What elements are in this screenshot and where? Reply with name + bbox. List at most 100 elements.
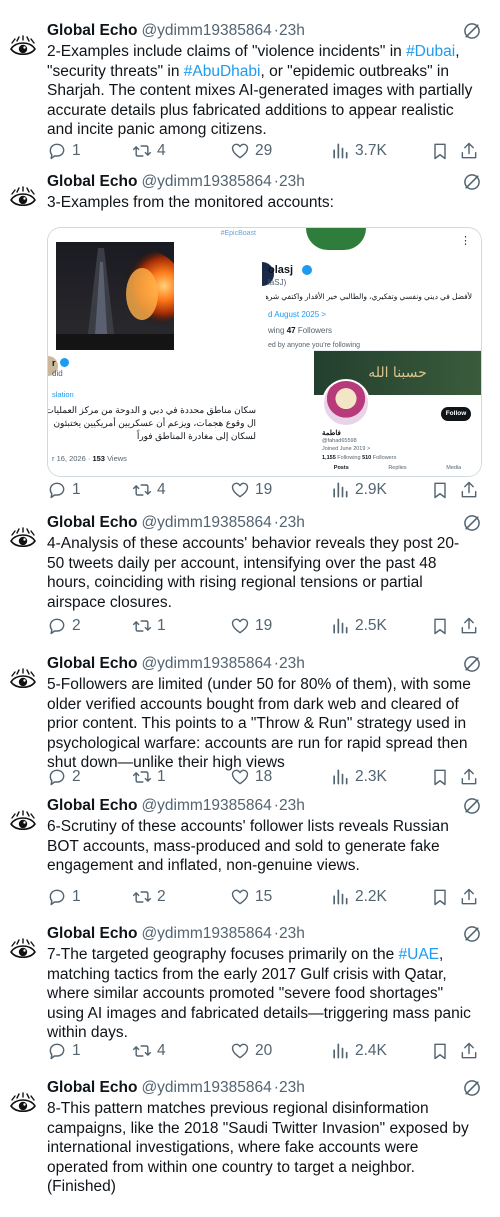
hashtag-link[interactable]: #Dubai <box>406 43 455 60</box>
tweet[interactable]: Global Echo @ydimm19385864·23h 5-Followers… <box>0 653 500 793</box>
tab-replies[interactable]: Replies <box>388 465 406 476</box>
like-button[interactable]: 29 <box>230 140 272 162</box>
share-button[interactable] <box>459 1040 484 1062</box>
eye-avatar-icon[interactable] <box>8 186 38 212</box>
eye-avatar-icon[interactable] <box>8 35 38 61</box>
eye-avatar-icon[interactable] <box>8 938 38 964</box>
views-button[interactable]: 2.3K <box>330 766 387 788</box>
views-button[interactable]: 3.7K <box>330 140 387 162</box>
action-bar: 1 2 15 2.2K <box>47 886 485 908</box>
retweet-button[interactable]: 1 <box>132 766 166 788</box>
author-name[interactable]: Global Echo <box>47 1079 137 1096</box>
not-interested-icon[interactable] <box>462 924 482 944</box>
tweet[interactable]: Global Echo @ydimm19385864·23h 7-The targe… <box>0 923 500 1063</box>
timestamp[interactable]: 23h <box>279 173 305 190</box>
followers-count[interactable]: 47 <box>287 326 298 335</box>
like-button[interactable]: 18 <box>230 766 272 788</box>
not-interested-icon[interactable] <box>462 1078 482 1098</box>
action-count: 2 <box>72 617 81 634</box>
reply-button[interactable]: 2 <box>47 615 81 637</box>
like-button[interactable]: 19 <box>230 615 272 637</box>
tweet[interactable]: Global Echo @ydimm19385864·23h 3-Examples … <box>0 171 500 499</box>
tab-media[interactable]: Media <box>446 465 461 476</box>
tweet-text: 5-Followers are limited (under 50 for 80… <box>47 675 488 773</box>
timestamp[interactable]: 23h <box>279 1079 305 1096</box>
following-label[interactable]: wing <box>268 326 287 335</box>
author-name[interactable]: Global Echo <box>47 22 137 39</box>
nested-profile-card[interactable]: حسبنا الله Follow فاطمة @fahad65598 Joined J… <box>314 350 481 476</box>
followers-label[interactable]: Followers <box>298 326 332 335</box>
not-interested-icon[interactable] <box>462 172 482 192</box>
screenshot-left[interactable]: #EpicBoast r did slation سكان مناطق محددة في… <box>48 228 262 476</box>
bookmark-button[interactable] <box>430 766 455 788</box>
timestamp[interactable]: 23h <box>279 655 305 672</box>
author-name[interactable]: Global Echo <box>47 173 137 190</box>
timestamp[interactable]: 23h <box>279 514 305 531</box>
author-name[interactable]: Global Echo <box>47 655 137 672</box>
views-button[interactable]: 2.2K <box>330 886 387 908</box>
bookmark-button[interactable] <box>430 1040 455 1062</box>
hashtag-link[interactable]: #AbuDhabi <box>184 63 261 80</box>
more-options-icon[interactable]: ⋮ <box>460 234 471 247</box>
tweet[interactable]: Global Echo @ydimm19385864·23h 6-Scrutiny … <box>0 795 500 935</box>
like-button[interactable]: 15 <box>230 886 272 908</box>
retweet-button[interactable]: 4 <box>132 479 166 501</box>
reply-button[interactable]: 1 <box>47 886 81 908</box>
action-bar: 1 4 19 2.9K <box>47 479 485 501</box>
author-name[interactable]: Global Echo <box>47 797 137 814</box>
author-handle[interactable]: @ydimm19385864 <box>141 514 271 531</box>
bookmark-button[interactable] <box>430 140 455 162</box>
retweet-button[interactable]: 4 <box>132 140 166 162</box>
author-handle[interactable]: @ydimm19385864 <box>141 925 271 942</box>
translate-link[interactable]: slation <box>52 390 74 399</box>
screenshot-right[interactable]: ⋮ olasj laSJ) لأفضل في ديني ونفسي وتفكيري، … <box>262 228 481 476</box>
share-button[interactable] <box>459 140 484 162</box>
timestamp[interactable]: 23h <box>279 925 305 942</box>
views-button[interactable]: 2.5K <box>330 615 387 637</box>
author-name[interactable]: Global Echo <box>47 925 137 942</box>
retweet-button[interactable]: 2 <box>132 886 166 908</box>
not-interested-icon[interactable] <box>462 21 482 41</box>
share-button[interactable] <box>459 615 484 637</box>
bookmark-button[interactable] <box>430 479 455 501</box>
tweet[interactable]: Global Echo @ydimm19385864·23h 8-This patt… <box>0 1077 500 1217</box>
like-button[interactable]: 20 <box>230 1040 272 1062</box>
bookmark-icon <box>430 616 455 636</box>
tweet[interactable]: Global Echo @ydimm19385864·23h 2-Examples … <box>0 20 500 160</box>
author-handle[interactable]: @ydimm19385864 <box>141 22 271 39</box>
like-button[interactable]: 19 <box>230 479 272 501</box>
reply-button[interactable]: 1 <box>47 479 81 501</box>
media-attachment[interactable]: #EpicBoast r did slation سكان مناطق محددة في… <box>47 227 482 477</box>
not-interested-icon[interactable] <box>462 796 482 816</box>
bookmark-icon <box>430 141 455 161</box>
eye-avatar-icon[interactable] <box>8 1092 38 1118</box>
author-handle[interactable]: @ydimm19385864 <box>141 797 271 814</box>
reply-button[interactable]: 1 <box>47 1040 81 1062</box>
bookmark-button[interactable] <box>430 886 455 908</box>
reply-button[interactable]: 1 <box>47 140 81 162</box>
share-button[interactable] <box>459 886 484 908</box>
timestamp[interactable]: 23h <box>279 797 305 814</box>
author-handle[interactable]: @ydimm19385864 <box>141 1079 271 1096</box>
author-name[interactable]: Global Echo <box>47 514 137 531</box>
eye-avatar-icon[interactable] <box>8 668 38 694</box>
not-interested-icon[interactable] <box>462 654 482 674</box>
tweet[interactable]: Global Echo @ydimm19385864·23h 4-Analysis … <box>0 512 500 652</box>
eye-avatar-icon[interactable] <box>8 810 38 836</box>
retweet-button[interactable]: 1 <box>132 615 166 637</box>
retweet-button[interactable]: 4 <box>132 1040 166 1062</box>
tab-posts[interactable]: Posts <box>334 465 349 476</box>
timestamp[interactable]: 23h <box>279 22 305 39</box>
share-button[interactable] <box>459 766 484 788</box>
author-handle[interactable]: @ydimm19385864 <box>141 173 271 190</box>
not-interested-icon[interactable] <box>462 513 482 533</box>
reply-button[interactable]: 2 <box>47 766 81 788</box>
bookmark-button[interactable] <box>430 615 455 637</box>
hashtag-link[interactable]: #UAE <box>399 946 440 963</box>
views-button[interactable]: 2.4K <box>330 1040 387 1062</box>
follow-button[interactable]: Follow <box>441 407 471 421</box>
eye-avatar-icon[interactable] <box>8 527 38 553</box>
author-handle[interactable]: @ydimm19385864 <box>141 655 271 672</box>
share-button[interactable] <box>459 479 484 501</box>
views-button[interactable]: 2.9K <box>330 479 387 501</box>
